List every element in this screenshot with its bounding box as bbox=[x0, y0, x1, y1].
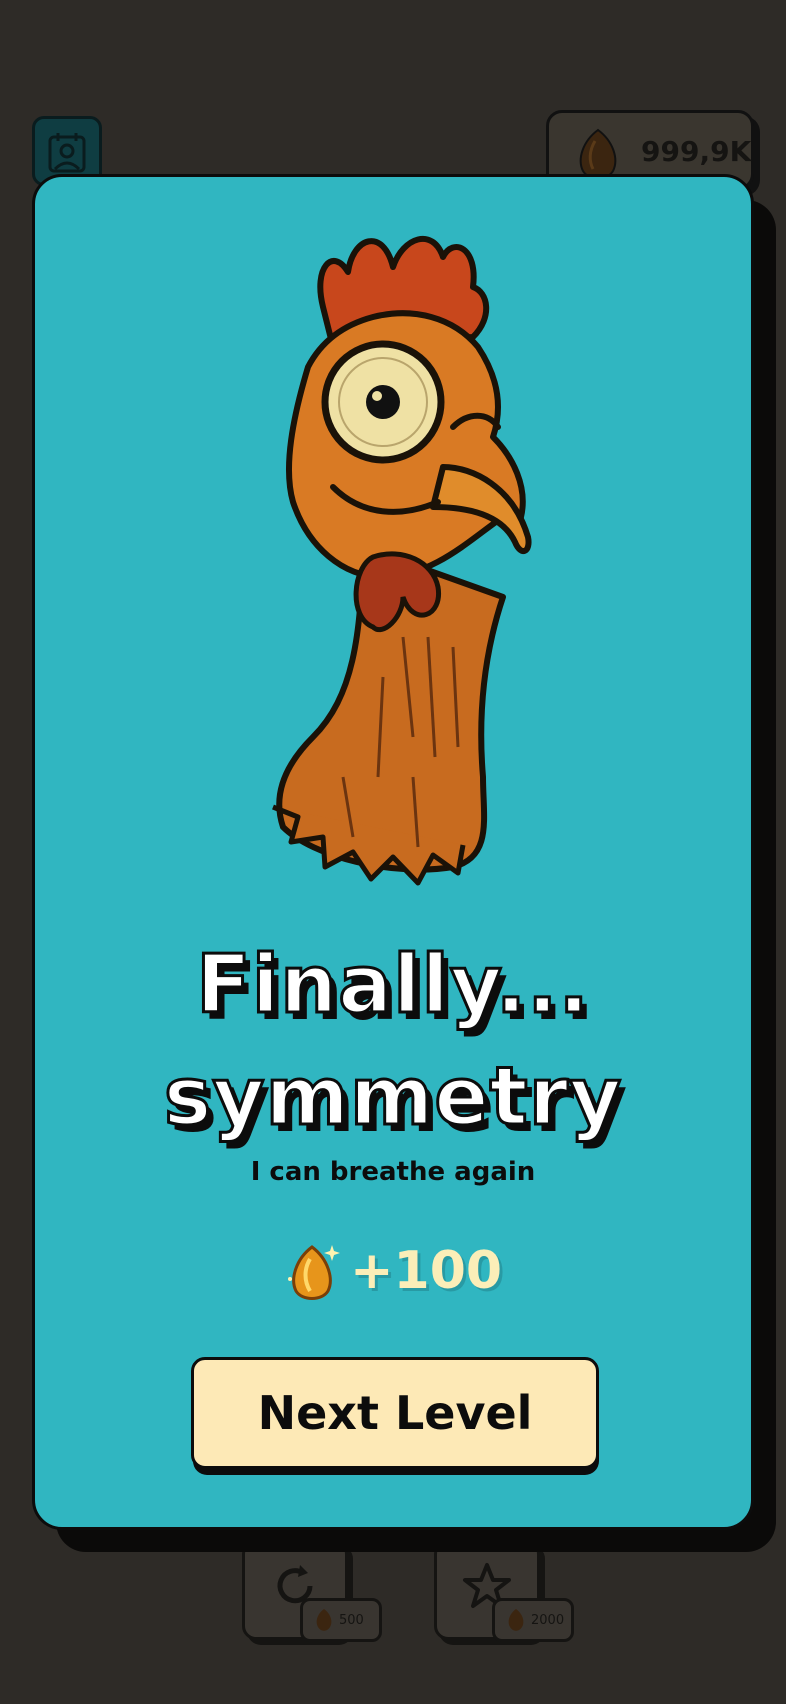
level-complete-title: Finally... symmetry bbox=[35, 929, 751, 1153]
refresh-cost-label: 500 bbox=[339, 1612, 364, 1628]
next-level-label: Next Level bbox=[257, 1386, 533, 1440]
profile-icon bbox=[48, 133, 86, 173]
seed-icon bbox=[508, 1609, 524, 1631]
refresh-powerup-cost: 500 bbox=[300, 1598, 382, 1642]
star-cost-label: 2000 bbox=[531, 1612, 565, 1628]
reward-row: +100 bbox=[35, 1239, 751, 1303]
golden-seed-icon bbox=[287, 1245, 340, 1300]
seed-icon bbox=[316, 1609, 332, 1631]
reward-amount: +100 bbox=[349, 1241, 503, 1301]
title-line-1: Finally... bbox=[195, 937, 591, 1033]
level-complete-subtitle: I can breathe again bbox=[250, 1157, 536, 1187]
chicken-illustration bbox=[272, 235, 532, 886]
coin-amount: 999,9K bbox=[641, 135, 752, 168]
level-complete-modal: Finally... symmetry I can breathe again … bbox=[32, 174, 754, 1530]
next-level-button[interactable]: Next Level bbox=[191, 1357, 599, 1469]
title-line-2: symmetry bbox=[162, 1049, 623, 1145]
seed-icon bbox=[579, 128, 617, 180]
star-powerup-cost: 2000 bbox=[492, 1598, 574, 1642]
